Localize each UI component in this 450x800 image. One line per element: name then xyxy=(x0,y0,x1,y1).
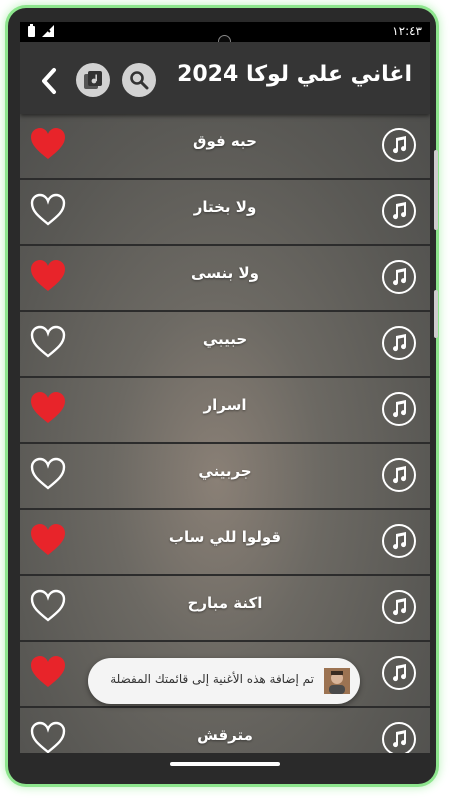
heart-filled-icon[interactable] xyxy=(30,523,66,557)
song-title: ولا بختار xyxy=(193,198,257,216)
song-row[interactable]: قولوا للي ساب xyxy=(20,510,430,576)
heart-outline-icon[interactable] xyxy=(30,721,66,755)
heart-filled-icon[interactable] xyxy=(30,259,66,293)
song-title: اسرار xyxy=(203,396,247,414)
search-icon xyxy=(130,71,149,90)
song-row[interactable]: ولا بختار xyxy=(20,180,430,246)
phone-side-button-upper xyxy=(434,150,438,230)
heart-outline-icon[interactable] xyxy=(30,589,66,623)
song-title: حبه فوق xyxy=(193,132,257,150)
play-song-button[interactable] xyxy=(382,722,416,756)
music-note-icon xyxy=(393,664,407,682)
song-row[interactable]: ولا بنسى xyxy=(20,246,430,312)
music-note-icon xyxy=(393,532,407,550)
music-note-icon xyxy=(393,598,407,616)
music-note-icon xyxy=(393,202,407,220)
music-note-icon xyxy=(393,466,407,484)
status-time: ١٢:٤٣ xyxy=(392,24,422,38)
heart-filled-icon[interactable] xyxy=(30,655,66,689)
heart-filled-icon[interactable] xyxy=(30,127,66,161)
toast-message: تم إضافة هذه الأغنية إلى قائمتك المفضلة xyxy=(110,672,314,686)
phone-side-button-lower xyxy=(434,290,438,338)
toast-notification: تم إضافة هذه الأغنية إلى قائمتك المفضلة xyxy=(88,658,360,704)
navigation-bar xyxy=(20,753,430,778)
play-song-button[interactable] xyxy=(382,128,416,162)
no-signal-icon xyxy=(42,25,54,37)
song-row[interactable]: حبيبي xyxy=(20,312,430,378)
playlist-icon xyxy=(84,71,102,89)
playlist-button[interactable] xyxy=(76,63,110,97)
song-row[interactable]: اكنة مبارح xyxy=(20,576,430,642)
song-title: قولوا للي ساب xyxy=(168,528,282,546)
song-row[interactable]: اسرار xyxy=(20,378,430,444)
play-song-button[interactable] xyxy=(382,326,416,360)
music-note-icon xyxy=(393,730,407,748)
song-title: اكنة مبارح xyxy=(187,594,263,612)
song-row[interactable]: حبه فوق xyxy=(20,114,430,180)
play-song-button[interactable] xyxy=(382,458,416,492)
play-song-button[interactable] xyxy=(382,194,416,228)
music-note-icon xyxy=(393,268,407,286)
play-song-button[interactable] xyxy=(382,524,416,558)
music-note-icon xyxy=(393,334,407,352)
heart-filled-icon[interactable] xyxy=(30,391,66,425)
music-note-icon xyxy=(393,400,407,418)
avatar-image xyxy=(324,668,350,694)
play-song-button[interactable] xyxy=(382,392,416,426)
app-toolbar: اغاني علي لوكا 2024 xyxy=(20,42,430,114)
song-title: حبيبي xyxy=(202,330,248,348)
back-arrow-icon[interactable] xyxy=(38,66,62,96)
screen: ١٢:٤٣ اغاني علي لوكا 2024 حبه فوق ولا بخ… xyxy=(20,22,430,778)
search-button[interactable] xyxy=(122,63,156,97)
heart-outline-icon[interactable] xyxy=(30,457,66,491)
app-avatar xyxy=(324,668,350,694)
page-title: اغاني علي لوكا 2024 xyxy=(177,62,412,87)
song-title: ولا بنسى xyxy=(191,264,259,282)
play-song-button[interactable] xyxy=(382,590,416,624)
heart-outline-icon[interactable] xyxy=(30,193,66,227)
heart-outline-icon[interactable] xyxy=(30,325,66,359)
play-song-button[interactable] xyxy=(382,656,416,690)
song-row[interactable]: جربيني xyxy=(20,444,430,510)
home-indicator[interactable] xyxy=(170,762,280,766)
song-title: مترقش xyxy=(197,726,253,744)
battery-icon xyxy=(28,24,35,37)
play-song-button[interactable] xyxy=(382,260,416,294)
song-title: جربيني xyxy=(198,462,252,480)
music-note-icon xyxy=(393,136,407,154)
